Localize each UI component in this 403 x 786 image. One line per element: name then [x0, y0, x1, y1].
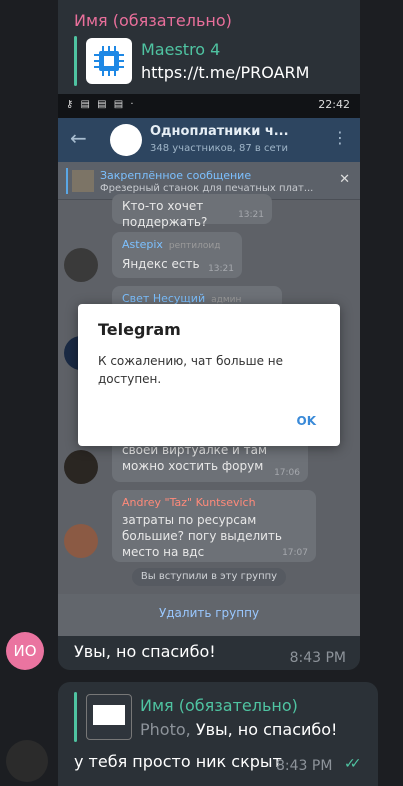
message-sender: Andrey "Taz" Kuntsevich	[122, 496, 256, 509]
chat-message: Кто-то хочет поддержать? 13:21	[112, 194, 272, 229]
dialog-text: К сожалению, чат больше не доступен.	[98, 354, 284, 386]
more-icon: ⋮	[332, 128, 348, 147]
chat-message: Astepix рептилоид Яндекс есть 13:21	[112, 232, 242, 278]
message-time: 17:07	[282, 548, 308, 558]
bottom-bar: Удалить группу	[58, 594, 360, 636]
avatar	[64, 450, 98, 484]
message-text: затраты по ресурсам большие? погу выдели…	[122, 513, 282, 559]
quote-bar	[74, 692, 77, 742]
chat-message: Andrey "Taz" Kuntsevich затраты по ресур…	[112, 490, 316, 562]
sender-name[interactable]: Имя (обязательно)	[74, 11, 232, 30]
quote-text[interactable]: Photo, Увы, но спасибо!	[140, 720, 337, 739]
link-preview-bar	[74, 36, 77, 86]
link-preview-url[interactable]: https://t.me/PROARM	[141, 63, 309, 82]
avatar[interactable]: ИО	[6, 632, 44, 670]
attached-screenshot[interactable]: ⚷ ▤ ▤ ▤ · 22:42 ← Одноплатники ч... 348 …	[58, 94, 360, 636]
chat-header: ← Одноплатники ч... 348 участников, 87 в…	[58, 118, 360, 162]
quote-thumbnail	[86, 694, 132, 740]
message-time: 17:06	[274, 468, 300, 478]
pinned-bar	[66, 168, 68, 194]
incoming-message[interactable]: Имя (обязательно) Maestro 4 https://t.me…	[58, 0, 360, 670]
service-message: Вы вступили в эту группу	[132, 568, 286, 586]
message-sender: Astepix рептилоид	[122, 238, 221, 251]
quote-sender[interactable]: Имя (обязательно)	[140, 696, 298, 715]
status-time: 22:42	[318, 98, 350, 111]
message-text: своей виртуалке и там можно хостить фору…	[122, 443, 268, 473]
message-time: 8:43 PM	[289, 650, 346, 666]
delete-group-button: Удалить группу	[158, 606, 260, 620]
chat-avatar	[110, 124, 142, 156]
chat-subtitle: 348 участников, 87 в сети	[150, 143, 288, 154]
avatar[interactable]	[6, 740, 48, 782]
pinned-title: Закреплённое сообщение	[100, 169, 252, 182]
avatar	[64, 248, 98, 282]
double-check-icon: ✓✓	[344, 756, 362, 772]
pinned-text: Фрезерный станок для печатных плат...	[100, 183, 314, 194]
message-time: 13:21	[208, 264, 234, 274]
status-bar: ⚷ ▤ ▤ ▤ · 22:42	[58, 94, 360, 118]
chip-icon	[86, 38, 132, 84]
avatar	[64, 524, 98, 558]
message-time: 8:43 PM	[276, 758, 333, 774]
message-text: у тебя просто ник скрыт	[74, 752, 282, 771]
dialog-ok-button: OK	[296, 414, 317, 428]
pinned-thumbnail	[72, 170, 94, 192]
message-text: Яндекс есть	[122, 257, 200, 271]
close-icon: ✕	[339, 172, 350, 187]
link-preview-title[interactable]: Maestro 4	[141, 40, 220, 59]
outgoing-message[interactable]: Имя (обязательно) Photo, Увы, но спасибо…	[58, 682, 378, 786]
message-time: 13:21	[238, 210, 264, 220]
alert-dialog: Telegram К сожалению, чат больше не дост…	[78, 304, 340, 446]
status-icons: ⚷ ▤ ▤ ▤ ·	[66, 99, 136, 110]
dialog-title: Telegram	[98, 320, 181, 339]
back-arrow-icon: ←	[70, 126, 87, 150]
message-text: Увы, но спасибо!	[74, 642, 216, 661]
chat-title: Одноплатники ч...	[150, 124, 289, 139]
